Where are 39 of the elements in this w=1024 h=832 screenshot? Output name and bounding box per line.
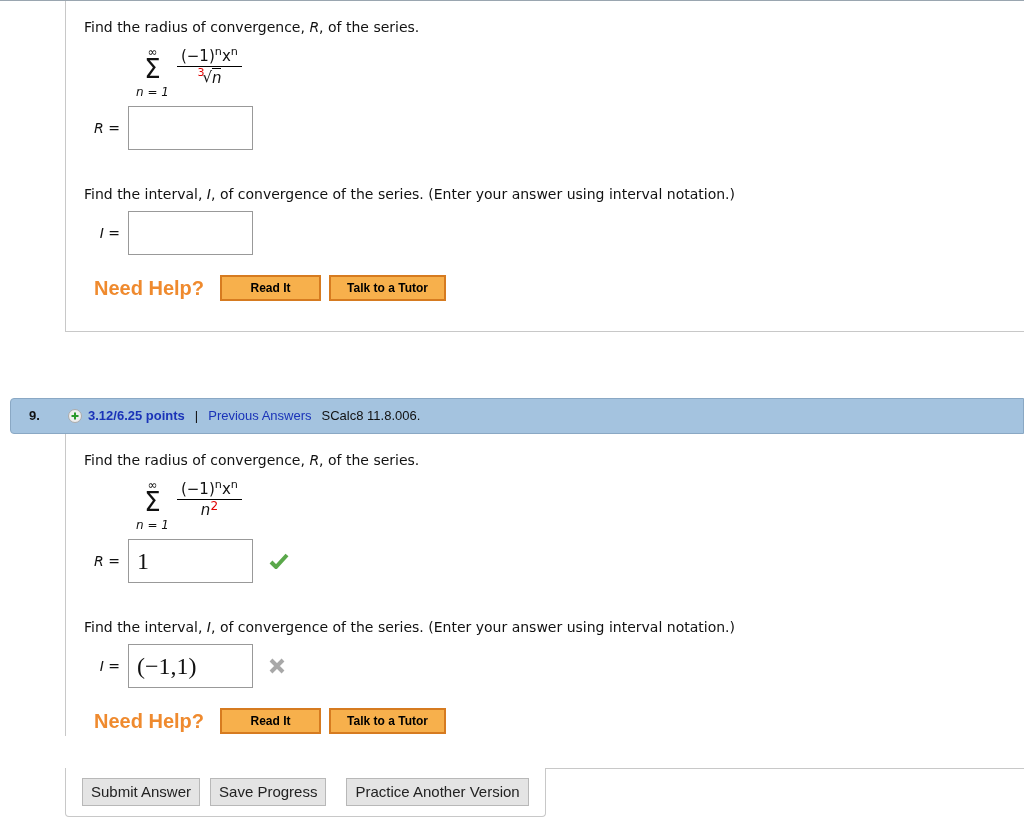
help-button[interactable]: Read It [220,708,322,734]
answer-label: R = [93,551,121,571]
answer-field[interactable] [128,106,253,150]
points-label: 3.12/6.25 points [88,407,185,426]
help-button[interactable]: Read It [220,275,322,301]
action-button[interactable]: Save Progress [210,778,327,806]
help-button[interactable]: Talk to a Tutor [329,708,447,734]
root-index: 3 [197,66,205,78]
answer-label: I = [98,223,121,243]
exponent: 2 [210,499,218,512]
sum-lower-limit: n = 1 [136,86,169,98]
question-text: Find the radius of convergence, R, of the series. [84,451,421,470]
answer-field[interactable]: 1 [128,539,253,583]
denominator: n [200,499,211,520]
previous-answers-link[interactable]: Previous Answers [208,406,312,426]
action-button[interactable]: Practice Another Version [346,778,529,806]
sum-sign: Σ [144,58,161,80]
numerator: (−1)$^{n}$x$^{n}$ [176,45,242,67]
sum-sign: Σ [144,491,161,513]
plus-icon [68,409,82,423]
question-text: Find the radius of convergence, R, of the series. [84,18,421,37]
source-label: SCalc8 11.8.006. [321,407,421,426]
sum-upper-limit: ∞ [147,46,158,58]
question-text: Find the interval, I, of convergence of the series. (Enter your answer using interval notation.) [84,618,736,637]
help-button[interactable]: Talk to a Tutor [329,275,447,301]
action-button[interactable]: Submit Answer [82,778,201,806]
need-help-label: Need Help? [94,709,205,734]
answer-field[interactable]: (−1,1) [128,644,253,688]
question-text: Find the interval, I, of convergence of the series. (Enter your answer using interval notation.) [84,185,736,204]
sum-lower-limit: n = 1 [136,519,169,531]
answer-label: I = [98,656,121,676]
question-number: 9. [28,407,41,426]
answer-field[interactable] [128,211,253,255]
separator: | [194,407,199,426]
sum-upper-limit: ∞ [147,479,158,491]
answer-label: R = [93,118,121,138]
denominator: n [211,67,222,87]
need-help-label: Need Help? [94,276,205,301]
numerator: (−1)$^{n}$x$^{n}$ [176,478,242,500]
